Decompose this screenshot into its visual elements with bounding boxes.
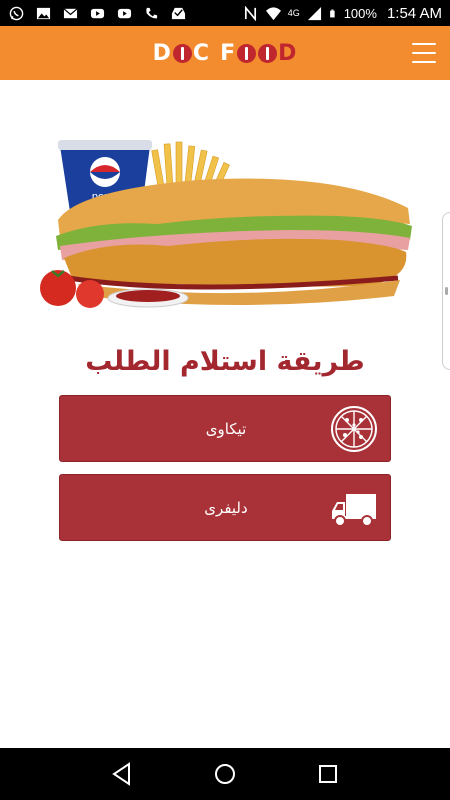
signal-icon	[307, 6, 321, 20]
youtube-icon	[90, 8, 105, 18]
clock: 1:54 AM	[386, 4, 442, 22]
inbox-icon	[171, 7, 186, 19]
pizza-icon	[331, 406, 377, 452]
recents-icon[interactable]	[315, 761, 341, 787]
system-status: 4G 100% 1:54 AM	[242, 5, 442, 22]
nfc-icon	[244, 5, 256, 21]
email-icon	[63, 7, 78, 18]
delivery-button[interactable]: دلیفری	[59, 474, 391, 541]
system-nav-bar	[0, 748, 450, 800]
status-bar: 4G 100% 1:54 AM	[0, 0, 450, 26]
page-title: طريقة استلام الطلب	[85, 346, 365, 377]
takeaway-button[interactable]: تیکاوی	[59, 395, 391, 462]
app-header: DC FD	[0, 26, 450, 80]
hamburger-menu-icon[interactable]	[412, 43, 436, 63]
battery-percent: 100%	[343, 5, 377, 21]
battery-icon	[329, 9, 335, 17]
youtube-icon	[117, 8, 132, 18]
network-type: 4G	[287, 8, 300, 18]
whatsapp-icon	[9, 6, 24, 20]
home-icon[interactable]	[212, 761, 238, 787]
image-icon	[36, 7, 51, 19]
hero-food-image: pepsi	[40, 140, 412, 308]
wifi-icon	[265, 6, 281, 20]
delivery-truck-icon	[332, 494, 376, 527]
notification-icons	[8, 6, 187, 21]
back-icon[interactable]	[109, 761, 135, 787]
doc-food-logo: DC FD	[152, 40, 298, 66]
phone-icon	[146, 7, 158, 18]
